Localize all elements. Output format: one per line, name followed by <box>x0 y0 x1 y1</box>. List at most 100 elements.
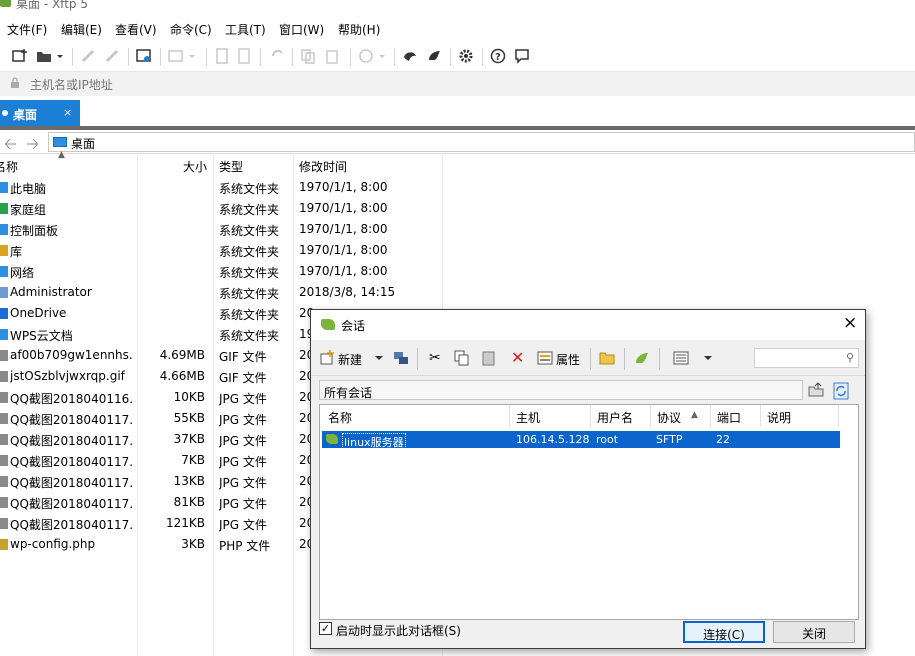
delete-icon[interactable]: ✕ <box>511 348 524 367</box>
globe-icon <box>359 49 373 63</box>
disconnect-icon <box>105 49 119 63</box>
view-dropdown-icon[interactable] <box>704 354 712 362</box>
session-folder-path: 所有会话 <box>319 380 803 400</box>
xmanager-icon[interactable] <box>426 48 442 64</box>
path-input[interactable]: 桌面 <box>48 132 915 152</box>
column-session-name[interactable]: 名称 <box>320 405 510 427</box>
connect-button[interactable]: 连接(C) <box>683 621 765 643</box>
properties-button[interactable]: 属性 <box>556 351 580 368</box>
file-name: QQ截图2018040117... <box>10 497 134 511</box>
new-session-icon[interactable] <box>12 48 28 64</box>
file-type: 系统文件夹 <box>219 266 280 280</box>
file-size: 7KB <box>181 453 205 467</box>
folder-icon[interactable] <box>599 351 615 365</box>
session-search-input[interactable]: ⚲ <box>754 348 859 368</box>
refresh-icon[interactable] <box>833 382 849 400</box>
file-type: 系统文件夹 <box>219 182 280 196</box>
menu-edit[interactable]: 编辑(E) <box>61 21 102 38</box>
tab-status-icon <box>2 110 8 116</box>
new-button[interactable]: 新建 <box>338 351 362 368</box>
menu-tools[interactable]: 工具(T) <box>225 21 266 38</box>
sort-up-icon: ▲ <box>58 150 65 160</box>
session-user: root <box>596 433 619 446</box>
file-name: 此电脑 <box>10 182 47 196</box>
address-bar[interactable]: 主机名或IP地址 <box>0 72 915 96</box>
menu-help[interactable]: 帮助(H) <box>338 21 380 38</box>
startup-checkbox-label[interactable]: 启动时显示此对话框(S) <box>336 622 461 639</box>
column-host[interactable]: 主机 <box>510 405 591 427</box>
desktop-icon <box>53 137 67 147</box>
session-properties-icon[interactable] <box>136 48 152 64</box>
feedback-icon[interactable] <box>514 48 530 64</box>
session-folder-text: 所有会话 <box>324 386 373 400</box>
file-icon <box>0 539 8 550</box>
folder-tree-icon[interactable] <box>393 350 409 366</box>
column-protocol[interactable]: 协议 <box>651 405 711 427</box>
properties-icon[interactable] <box>537 350 553 366</box>
table-row[interactable]: 网络 系统文件夹 1970/1/1, 8:00 <box>0 261 443 282</box>
file-name: Administrator <box>10 285 92 299</box>
download-icon <box>238 48 250 64</box>
tab-desktop[interactable]: 桌面 × <box>0 100 80 126</box>
file-name: 家庭组 <box>10 203 47 217</box>
new-dropdown-icon[interactable] <box>375 354 383 362</box>
file-size: 121KB <box>165 516 205 530</box>
paste-icon[interactable] <box>481 350 497 366</box>
file-type: 系统文件夹 <box>219 287 280 301</box>
open-dropdown-icon[interactable] <box>56 48 64 64</box>
window-title: 桌面 - Xftp 5 <box>16 0 88 11</box>
file-name: af00b709gw1ennhs... <box>10 348 134 362</box>
tab-strip: 桌面 × <box>0 100 915 126</box>
cut-icon[interactable]: ✂ <box>429 350 441 366</box>
open-session-icon[interactable] <box>634 351 650 365</box>
path-bar: 🡠 🡢 桌面 <box>0 130 915 154</box>
tab-close-icon[interactable]: × <box>63 106 72 119</box>
sort-up-icon: ▲ <box>691 410 698 420</box>
file-name: QQ截图2018040117... <box>10 455 134 469</box>
column-modified[interactable]: 修改时间 <box>299 155 347 177</box>
column-note[interactable]: 说明 <box>761 405 839 427</box>
view-details-icon[interactable] <box>673 351 689 365</box>
gear-icon[interactable] <box>458 48 474 64</box>
table-row[interactable]: 控制面板 系统文件夹 1970/1/1, 8:00 <box>0 219 443 240</box>
column-username[interactable]: 用户名 <box>591 405 651 427</box>
table-row[interactable]: 家庭组 系统文件夹 1970/1/1, 8:00 <box>0 198 443 219</box>
help-icon[interactable]: ? <box>490 48 506 64</box>
new-session-icon[interactable] <box>319 350 335 366</box>
file-modified: 2018/3/8, 14:15 <box>299 285 396 299</box>
file-type: GIF 文件 <box>219 371 267 385</box>
table-row[interactable]: 此电脑 系统文件夹 1970/1/1, 8:00 <box>0 177 443 198</box>
file-modified: 1970/1/1, 8:00 <box>299 264 388 278</box>
tab-desktop-label: 桌面 <box>13 108 38 122</box>
startup-checkbox[interactable]: ✓ <box>319 622 332 635</box>
column-name[interactable]: 名称 <box>0 155 18 177</box>
main-toolbar: ? <box>0 40 915 72</box>
file-name: QQ截图2018040117... <box>10 518 134 532</box>
up-folder-icon[interactable] <box>808 382 824 398</box>
file-size: 3KB <box>181 537 205 551</box>
file-name: QQ截图2018040117... <box>10 413 134 427</box>
file-modified: 1970/1/1, 8:00 <box>299 243 388 257</box>
paste-icon <box>326 50 338 64</box>
xshell-icon[interactable] <box>402 48 418 64</box>
column-size[interactable]: 大小 <box>183 155 207 177</box>
menu-view[interactable]: 查看(V) <box>115 21 157 38</box>
column-port[interactable]: 端口 <box>711 405 761 427</box>
menu-command[interactable]: 命令(C) <box>170 21 212 38</box>
column-type[interactable]: 类型 <box>219 155 243 177</box>
dialog-close-icon[interactable]: × <box>843 313 857 333</box>
menu-file[interactable]: 文件(F) <box>7 21 47 38</box>
file-icon <box>0 224 8 235</box>
file-size: 55KB <box>173 411 205 425</box>
menu-window[interactable]: 窗口(W) <box>279 21 324 38</box>
file-name: OneDrive <box>10 306 67 320</box>
session-row[interactable]: linux服务器 106.14.5.128 root SFTP 22 <box>322 431 840 451</box>
dialog-toolbar: 新建 ✂ ✕ 属性 ⚲ <box>311 340 865 376</box>
file-type: JPG 文件 <box>219 518 267 532</box>
file-name: QQ截图2018040117... <box>10 476 134 490</box>
table-row[interactable]: 库 系统文件夹 1970/1/1, 8:00 <box>0 240 443 261</box>
close-button[interactable]: 关闭 <box>773 621 855 643</box>
copy-icon[interactable] <box>454 350 470 366</box>
open-folder-icon[interactable] <box>36 48 52 64</box>
table-row[interactable]: Administrator 系统文件夹 2018/3/8, 14:15 <box>0 282 443 303</box>
